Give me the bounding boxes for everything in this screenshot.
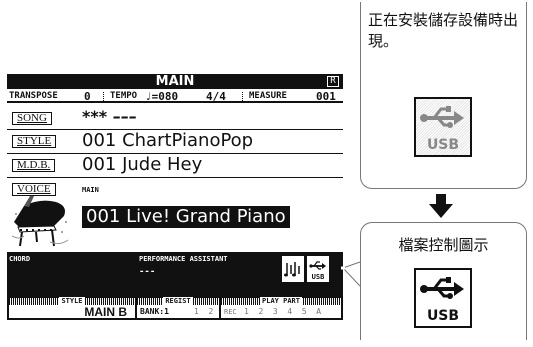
- arrow-down-icon: [429, 194, 453, 218]
- file-control-callout: 檔案控制圖示 USB: [360, 222, 527, 340]
- file-control-description: 檔案控制圖示: [398, 236, 489, 254]
- usb-icon-label: USB: [427, 137, 459, 153]
- usb-icon: USB: [414, 97, 472, 157]
- usb-icon-label: USB: [427, 308, 459, 324]
- installing-description: 正在安裝儲存設備時出現。: [368, 11, 519, 50]
- installing-callout: 正在安裝儲存設備時出現。 USB: [360, 2, 527, 189]
- usb-icon: USB: [414, 268, 472, 328]
